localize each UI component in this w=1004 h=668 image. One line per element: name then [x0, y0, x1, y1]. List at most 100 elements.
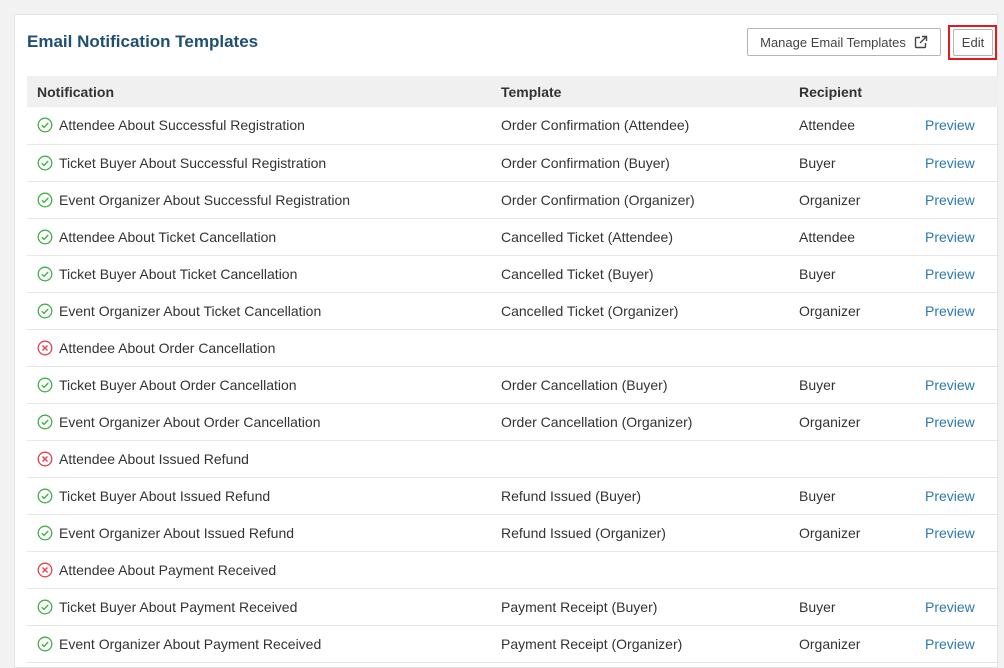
template-cell: Cancelled Ticket (Organizer)	[501, 302, 679, 319]
recipient-cell: Buyer	[799, 598, 836, 615]
template-cell: Order Confirmation (Buyer)	[501, 154, 670, 171]
recipient-cell	[789, 329, 915, 366]
table-row: Event Organizer About Order Cancellation…	[27, 403, 999, 440]
table-row: Attendee About Successful Registration Or…	[27, 107, 999, 144]
recipient-cell: Attendee	[799, 117, 856, 134]
notification-cell: Event Organizer About Successful Registr…	[27, 181, 491, 218]
notification-cell: Event Organizer About Order Cancellation	[27, 403, 491, 440]
preview-cell: Preview	[915, 255, 999, 292]
preview-cell: Preview	[915, 144, 999, 181]
notifications-table: Notification Template Recipient Attendee…	[27, 76, 999, 663]
notification-name: Ticket Buyer About Issued Refund	[59, 487, 271, 504]
check-circle-icon	[37, 192, 53, 208]
table-row: Event Organizer About Issued Refund Refun…	[27, 514, 999, 551]
recipient-cell: Organizer	[799, 302, 861, 319]
edit-button[interactable]: Edit	[953, 29, 993, 56]
notification-cell: Attendee About Issued Refund	[27, 440, 491, 477]
template-cell: Order Confirmation (Attendee)	[501, 117, 690, 134]
check-circle-icon	[37, 266, 53, 282]
recipient-cell: Organizer	[799, 635, 861, 652]
preview-link[interactable]: Preview	[925, 192, 975, 208]
template-cell: Order Cancellation (Organizer)	[501, 413, 693, 430]
template-cell: Refund Issued (Organizer)	[501, 524, 666, 541]
notification-cell: Attendee About Ticket Cancellation	[27, 218, 491, 255]
column-header-preview	[915, 76, 999, 107]
notification-name: Attendee About Successful Registration	[59, 117, 305, 134]
preview-link[interactable]: Preview	[925, 155, 975, 171]
notification-name: Event Organizer About Successful Registr…	[59, 191, 351, 208]
template-cell: Order Cancellation (Buyer)	[501, 376, 668, 393]
preview-link[interactable]: Preview	[925, 488, 975, 504]
x-circle-icon	[37, 340, 53, 356]
preview-link[interactable]: Preview	[925, 525, 975, 541]
notification-cell: Ticket Buyer About Payment Received	[27, 588, 491, 625]
recipient-cell: Buyer	[799, 154, 836, 171]
notification-cell: Ticket Buyer About Successful Registrati…	[27, 144, 491, 181]
column-header-notification: Notification	[37, 83, 114, 100]
table-row: Ticket Buyer About Order Cancellation Ord…	[27, 366, 999, 403]
recipient-cell: Buyer	[799, 265, 836, 282]
notification-name: Event Organizer About Payment Received	[59, 635, 322, 652]
notification-name: Attendee About Ticket Cancellation	[59, 228, 277, 245]
preview-link[interactable]: Preview	[925, 636, 975, 652]
table-body: Attendee About Successful Registration Or…	[27, 107, 999, 662]
preview-cell: Preview	[915, 625, 999, 662]
recipient-cell: Organizer	[799, 191, 861, 208]
recipient-cell: Attendee	[799, 228, 856, 245]
preview-cell: Preview	[915, 403, 999, 440]
notification-cell: Ticket Buyer About Ticket Cancellation	[27, 255, 491, 292]
recipient-cell	[789, 440, 915, 477]
template-cell: Payment Receipt (Buyer)	[501, 598, 658, 615]
preview-cell	[915, 329, 999, 366]
preview-cell: Preview	[915, 366, 999, 403]
preview-cell: Preview	[915, 218, 999, 255]
external-link-icon	[914, 35, 928, 49]
check-circle-icon	[37, 155, 53, 171]
check-circle-icon	[37, 117, 53, 133]
check-circle-icon	[37, 599, 53, 615]
notification-name: Attendee About Payment Received	[59, 561, 277, 578]
table-row: Attendee About Payment Received	[27, 551, 999, 588]
table-row: Ticket Buyer About Payment Received Payme…	[27, 588, 999, 625]
template-cell: Payment Receipt (Organizer)	[501, 635, 683, 652]
table-row: Attendee About Order Cancellation	[27, 329, 999, 366]
manage-button-label: Manage Email Templates	[760, 34, 906, 50]
recipient-cell	[789, 551, 915, 588]
check-circle-icon	[37, 303, 53, 319]
template-cell	[491, 551, 789, 588]
template-cell: Cancelled Ticket (Attendee)	[501, 228, 673, 245]
check-circle-icon	[37, 377, 53, 393]
check-circle-icon	[37, 414, 53, 430]
preview-link[interactable]: Preview	[925, 117, 975, 133]
notification-cell: Attendee About Successful Registration	[27, 107, 491, 144]
preview-link[interactable]: Preview	[925, 229, 975, 245]
preview-link[interactable]: Preview	[925, 303, 975, 319]
table-row: Ticket Buyer About Issued Refund Refund I…	[27, 477, 999, 514]
preview-cell: Preview	[915, 107, 999, 144]
preview-link[interactable]: Preview	[925, 266, 975, 282]
preview-cell: Preview	[915, 292, 999, 329]
preview-link[interactable]: Preview	[925, 414, 975, 430]
template-cell	[491, 440, 789, 477]
table-header-row: Notification Template Recipient	[27, 76, 999, 107]
notification-cell: Ticket Buyer About Issued Refund	[27, 477, 491, 514]
manage-email-templates-button[interactable]: Manage Email Templates	[747, 28, 941, 56]
preview-cell: Preview	[915, 477, 999, 514]
page-title: Email Notification Templates	[27, 32, 259, 51]
preview-link[interactable]: Preview	[925, 599, 975, 615]
notification-name: Ticket Buyer About Order Cancellation	[59, 376, 297, 393]
notification-name: Attendee About Issued Refund	[59, 450, 249, 467]
recipient-cell: Buyer	[799, 487, 836, 504]
preview-link[interactable]: Preview	[925, 377, 975, 393]
preview-cell	[915, 440, 999, 477]
template-cell: Order Confirmation (Organizer)	[501, 191, 695, 208]
notification-cell: Event Organizer About Issued Refund	[27, 514, 491, 551]
x-circle-icon	[37, 451, 53, 467]
preview-cell: Preview	[915, 514, 999, 551]
template-cell: Cancelled Ticket (Buyer)	[501, 265, 654, 282]
x-circle-icon	[37, 562, 53, 578]
recipient-cell: Organizer	[799, 524, 861, 541]
notification-name: Ticket Buyer About Payment Received	[59, 598, 298, 615]
preview-cell: Preview	[915, 181, 999, 218]
table-row: Ticket Buyer About Ticket Cancellation Ca…	[27, 255, 999, 292]
